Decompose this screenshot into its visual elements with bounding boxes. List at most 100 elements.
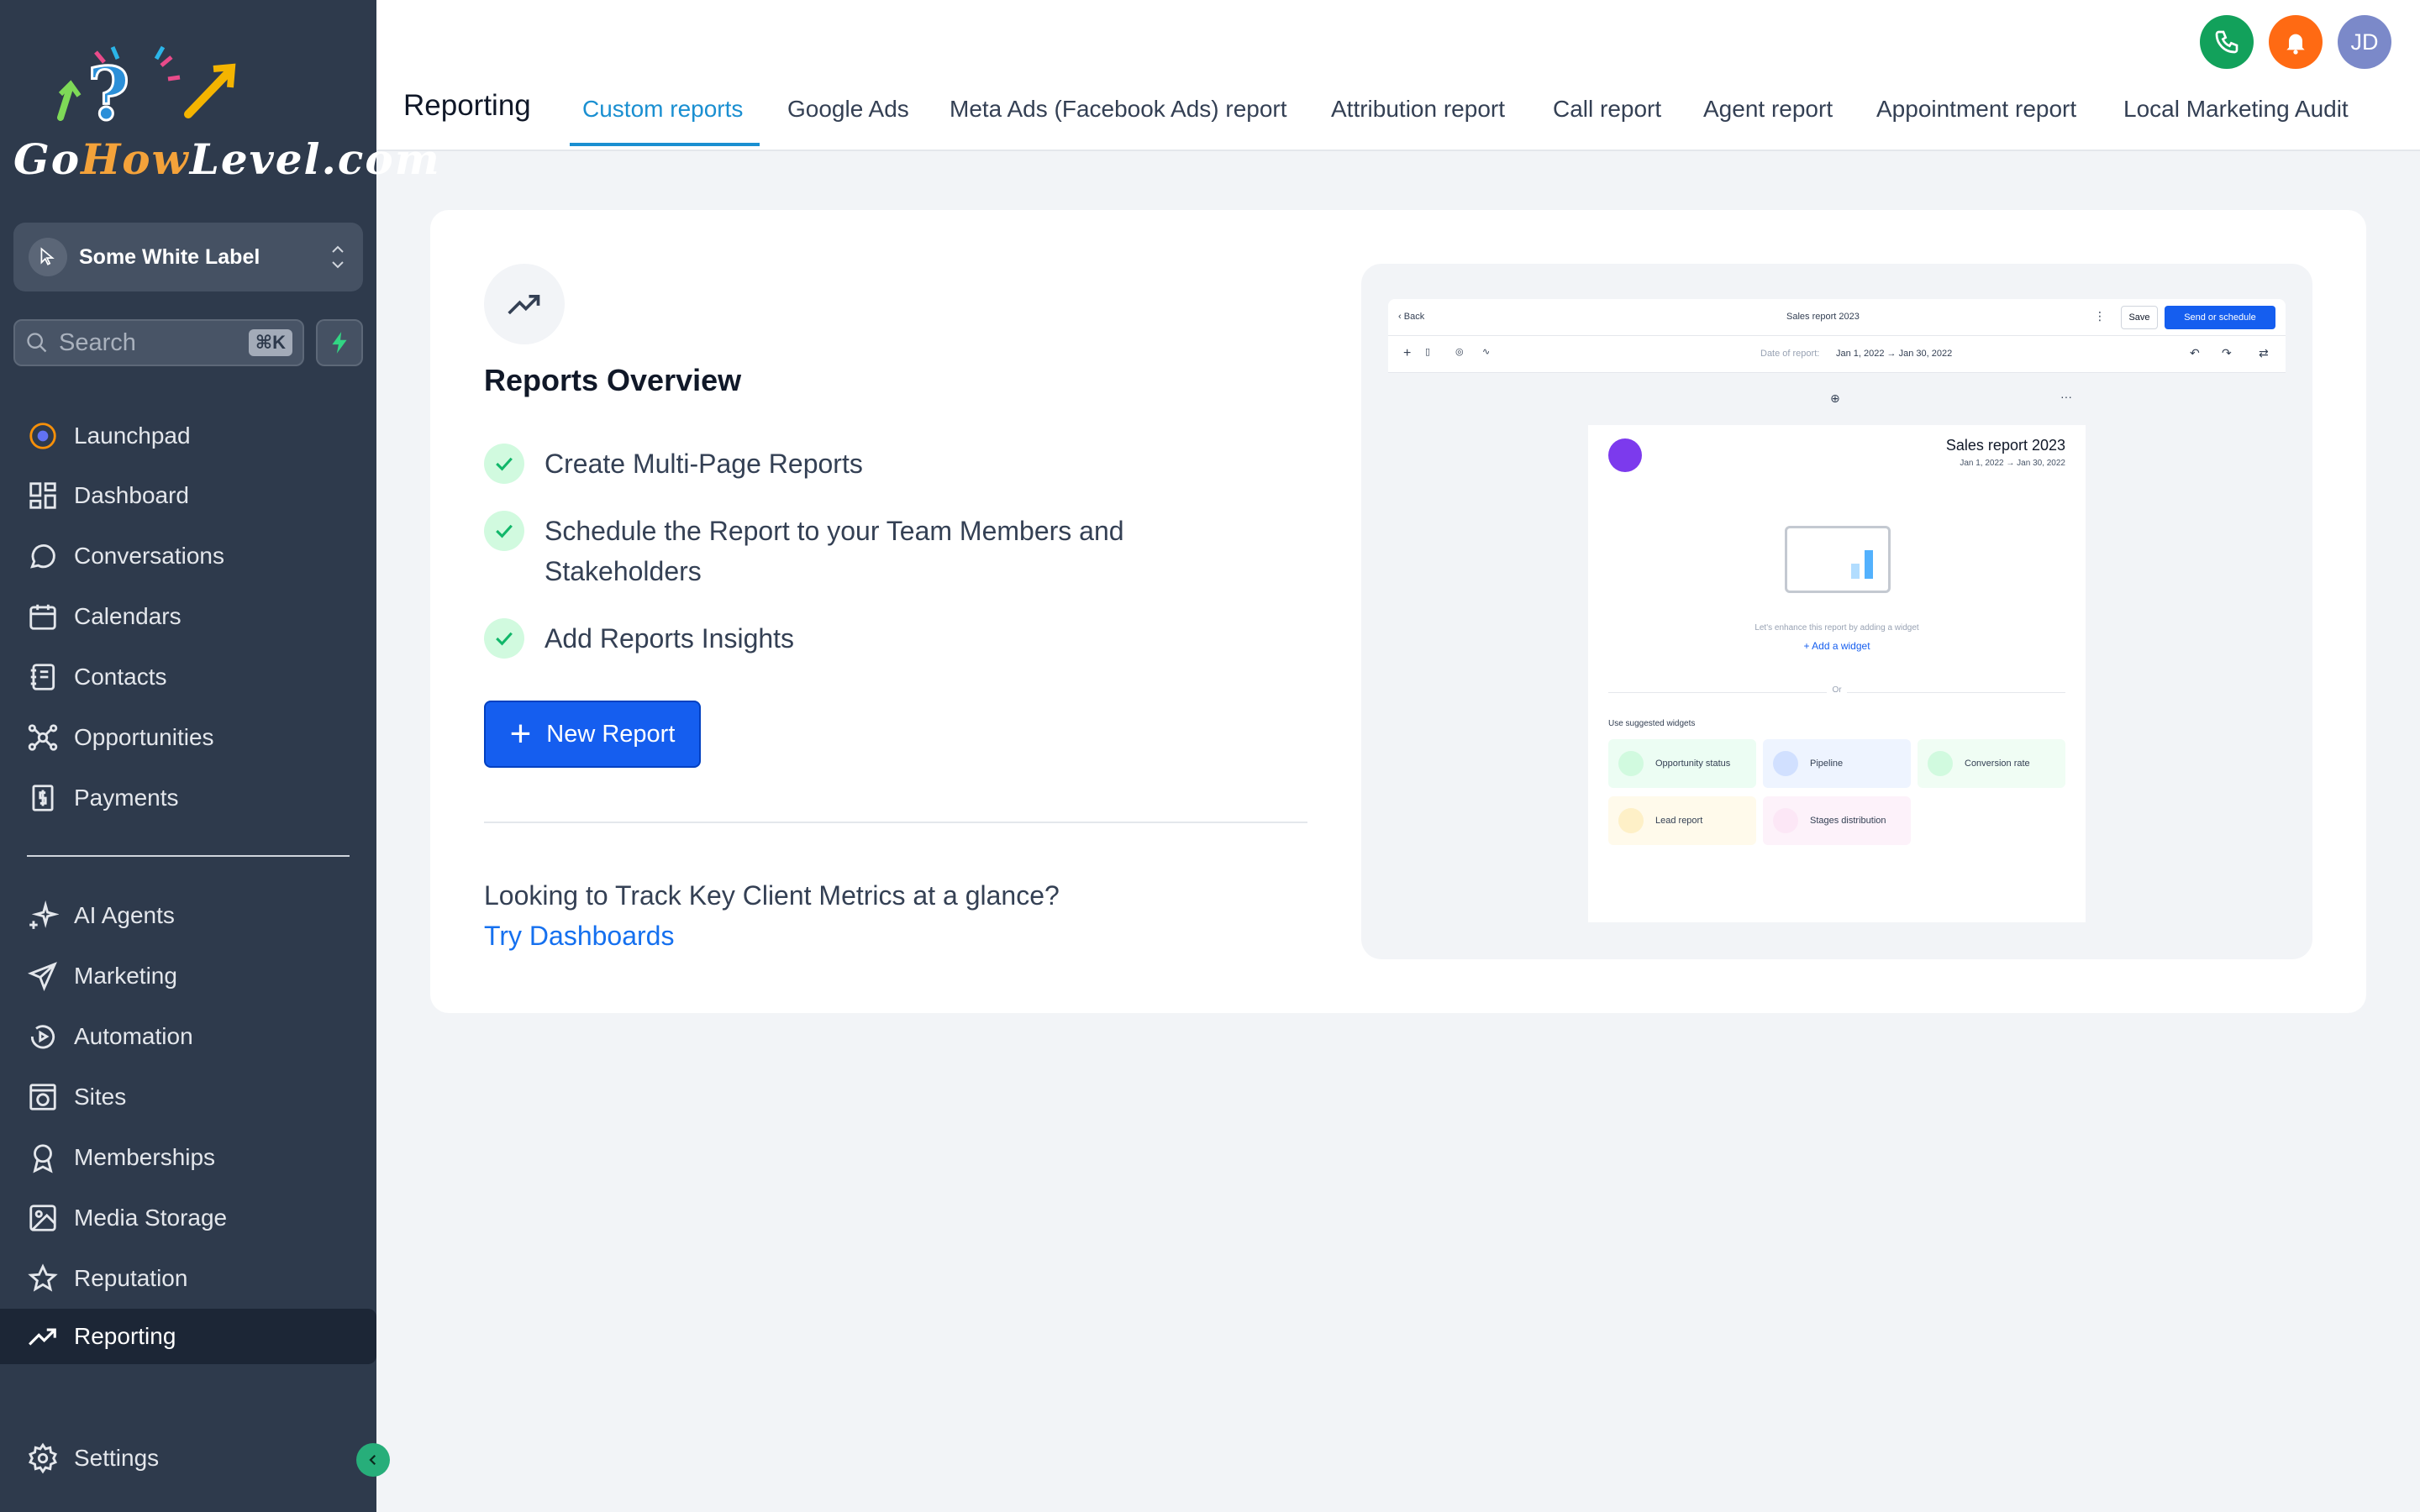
phone-button[interactable] (2200, 15, 2254, 69)
sidebar-item-label: Memberships (74, 1144, 216, 1170)
tab-google-ads[interactable]: Google Ads (787, 96, 909, 123)
sparkle-icon (29, 900, 59, 929)
preview-report-page: Sales report 2023 Jan 1, 2022 → Jan 30, … (1588, 425, 2086, 922)
widget-conversion-rate: Conversion rate (1918, 739, 2065, 788)
payments-icon (32, 785, 54, 811)
preview-page-date: Jan 1, 2022 → Jan 30, 2022 (1960, 459, 2065, 468)
notifications-button[interactable] (2269, 15, 2323, 69)
activity-icon: ∿ (1482, 347, 1491, 357)
bell-icon (2286, 34, 2305, 55)
sidebar-item-calendars[interactable]: Calendars (0, 589, 376, 644)
add-icon: + (1403, 346, 1412, 360)
preview-save: Save (2121, 306, 2158, 329)
reports-overview-card: Reports Overview Create Multi-Page Repor… (430, 210, 2366, 1013)
preview-toolbar: + ▯ ◎ ∿ Date of report: Jan 1, 2022 → Ja… (1388, 336, 2286, 373)
try-dashboards-link[interactable]: Try Dashboards (484, 921, 674, 952)
sidebar-item-label: Automation (74, 1023, 193, 1049)
sidebar-item-media-storage[interactable]: Media Storage (0, 1190, 376, 1246)
sidebar-item-label: Opportunities (74, 724, 214, 750)
sidebar-item-label: Media Storage (74, 1205, 228, 1231)
badge-icon (33, 1144, 53, 1173)
search-placeholder: Search (59, 328, 136, 356)
new-report-label: New Report (546, 720, 676, 748)
sidebar-divider (27, 855, 350, 857)
sidebar-item-label: Reputation (74, 1265, 188, 1291)
star-icon (28, 1263, 58, 1292)
sidebar-item-sites[interactable]: Sites (0, 1069, 376, 1125)
sidebar-item-label: Dashboard (74, 482, 189, 508)
launchpad-icon (29, 423, 56, 449)
svg-text:?: ? (87, 52, 129, 136)
sidebar-item-contacts[interactable]: Contacts (0, 649, 376, 705)
preview-header: ‹ Back Sales report 2023 ⋮ Save Send or … (1388, 299, 2286, 336)
sidebar: ? GoHowLevel.com Some White Label Search… (0, 0, 439, 1512)
tab-call-report[interactable]: Call report (1553, 96, 1661, 123)
tab-appointment-report[interactable]: Appointment report (1876, 96, 2076, 123)
sidebar-item-label: AI Agents (74, 902, 175, 928)
quick-actions-button[interactable] (316, 319, 363, 366)
sidebar-item-dashboard[interactable]: Dashboard (0, 468, 376, 523)
sidebar-item-label: Sites (74, 1084, 127, 1110)
dashboard-icon (29, 482, 56, 509)
preview-date-range: Jan 1, 2022 → Jan 30, 2022 (1836, 349, 1953, 359)
company-logo[interactable]: ? GoHowLevel.com (12, 44, 439, 186)
sidebar-item-payments[interactable]: Payments (0, 770, 376, 826)
chevron-updown-icon (332, 245, 344, 269)
cursor-icon (29, 238, 67, 276)
sidebar-item-label: Payments (74, 785, 179, 811)
page-menu-icon: ··· (2060, 390, 2072, 403)
sidebar-item-label: Reporting (74, 1323, 176, 1349)
undo-icon: ↶ (2190, 346, 2200, 360)
tab-meta-ads[interactable]: Meta Ads (Facebook Ads) report (950, 96, 1287, 123)
preview-page-title: Sales report 2023 (1945, 437, 2065, 454)
sidebar-item-marketing[interactable]: Marketing (0, 948, 376, 1004)
contacts-icon (30, 664, 55, 690)
sidebar-item-conversations[interactable]: Conversations (0, 528, 376, 584)
preview-title: Sales report 2023 (1786, 312, 1860, 322)
chat-bubble-icon (30, 543, 55, 569)
widget-lead-report: Lead report (1608, 796, 1756, 845)
currency-icon: ◎ (1455, 347, 1464, 357)
sidebar-item-launchpad[interactable]: Launchpad (0, 408, 376, 464)
card-divider (484, 822, 1307, 823)
account-switcher[interactable]: Some White Label (13, 223, 363, 291)
preview-enhance-text: Let's enhance this report by adding a wi… (1754, 623, 1919, 633)
sidebar-item-opportunities[interactable]: Opportunities (0, 710, 376, 765)
tab-local-marketing-audit[interactable]: Local Marketing Audit (2123, 96, 2349, 123)
redo-icon: ↷ (2222, 346, 2232, 360)
feature-text: Create Multi-Page Reports (544, 449, 863, 479)
widget-pipeline: Pipeline (1763, 739, 1911, 788)
sidebar-item-label: Marketing (74, 963, 177, 989)
send-icon (27, 962, 57, 992)
sidebar-item-memberships[interactable]: Memberships (0, 1130, 376, 1185)
sidebar-item-automation[interactable]: Automation (0, 1009, 376, 1064)
calendar-icon (29, 604, 56, 630)
sidebar-item-reporting[interactable]: Reporting (0, 1309, 376, 1364)
collapse-sidebar-button[interactable] (356, 1443, 390, 1477)
image-icon (29, 1205, 56, 1231)
opportunities-icon (28, 724, 58, 751)
preview-send: Send or schedule (2165, 306, 2275, 329)
search-shortcut: ⌘K (248, 329, 292, 356)
feature-text: Add Reports Insights (544, 623, 795, 654)
search-input[interactable]: Search ⌘K (13, 319, 304, 366)
phone-icon (2215, 30, 2238, 54)
globe-icon (29, 1084, 56, 1110)
new-report-button[interactable]: + New Report (484, 701, 701, 768)
sidebar-item-reputation[interactable]: Reputation (0, 1251, 376, 1306)
tab-attribution-report[interactable]: Attribution report (1331, 96, 1505, 123)
logo-graphic: ? (57, 45, 236, 139)
overview-title: Reports Overview (484, 363, 742, 397)
check-icon (484, 511, 524, 551)
check-icon (484, 444, 524, 484)
tab-custom-reports[interactable]: Custom reports (582, 96, 743, 123)
preview-add-widget: + Add a widget (1803, 640, 1870, 652)
dashboards-prompt: Looking to Track Key Client Metrics at a… (484, 880, 1060, 911)
sidebar-item-ai-agents[interactable]: AI Agents (0, 888, 376, 943)
preview-date-label: Date of report: (1760, 349, 1820, 359)
user-avatar[interactable]: JD (2338, 15, 2391, 69)
sidebar-item-settings[interactable]: Settings (0, 1431, 376, 1486)
trend-icon (29, 1328, 56, 1346)
account-name: Some White Label (79, 244, 260, 269)
tab-agent-report[interactable]: Agent report (1703, 96, 1833, 123)
